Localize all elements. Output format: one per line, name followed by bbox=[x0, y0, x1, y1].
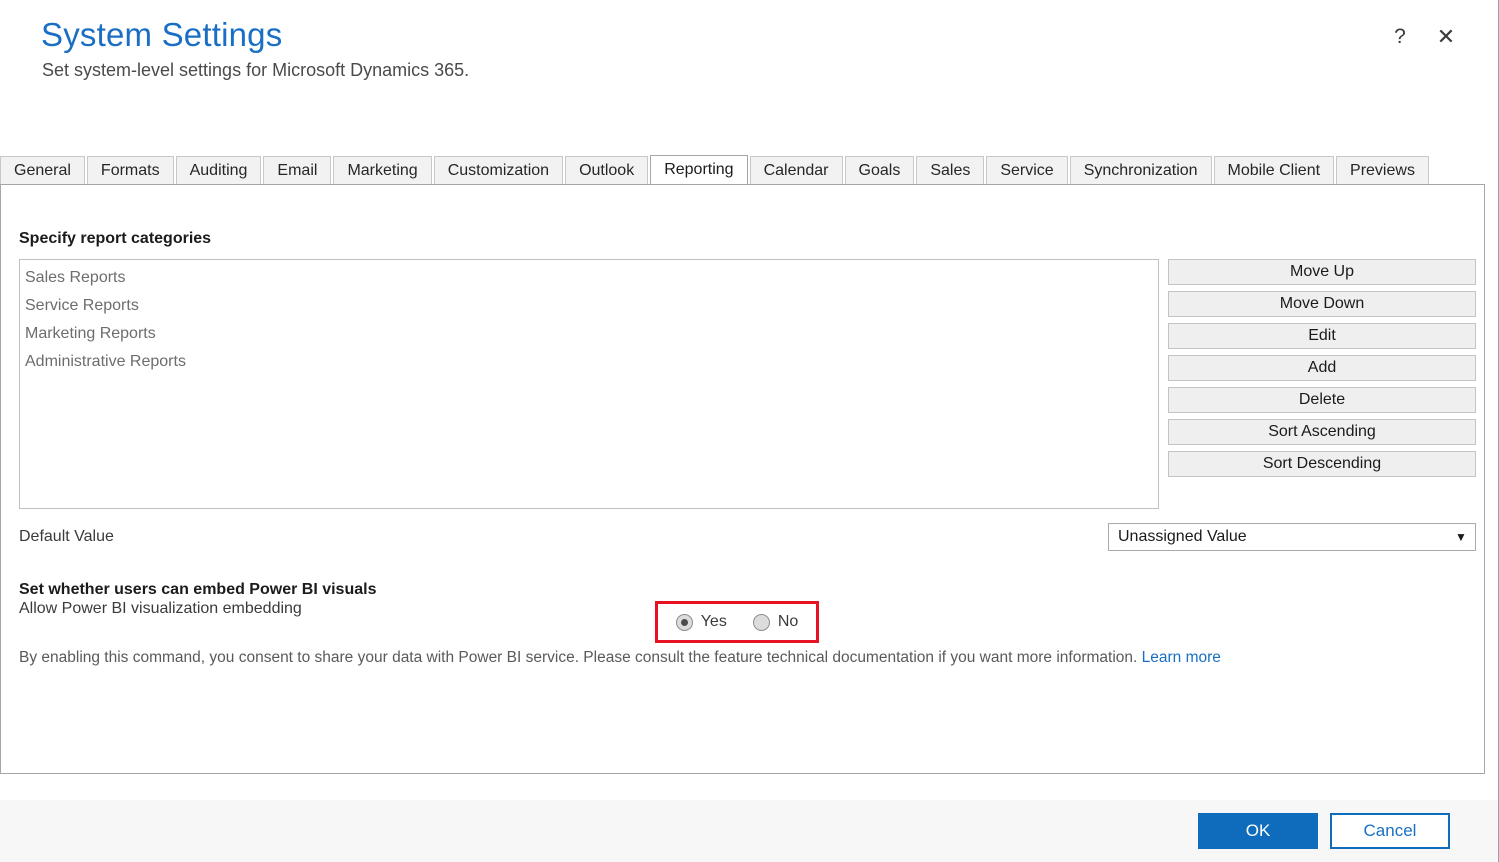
tab-goals[interactable]: Goals bbox=[844, 156, 915, 184]
list-item[interactable]: Sales Reports bbox=[20, 264, 1158, 292]
tab-customization[interactable]: Customization bbox=[433, 156, 564, 184]
close-icon[interactable]: ✕ bbox=[1433, 24, 1459, 50]
tab-calendar[interactable]: Calendar bbox=[749, 156, 843, 184]
radio-option-no[interactable]: No bbox=[752, 613, 799, 631]
edit-button[interactable]: Edit bbox=[1168, 323, 1476, 349]
help-icon[interactable]: ? bbox=[1387, 24, 1413, 50]
power-bi-consent-text: By enabling this command, you consent to… bbox=[19, 649, 1221, 667]
move-down-button[interactable]: Move Down bbox=[1168, 291, 1476, 317]
ok-button[interactable]: OK bbox=[1198, 813, 1318, 849]
default-value-selected: Unassigned Value bbox=[1118, 528, 1247, 545]
tab-synchronization[interactable]: Synchronization bbox=[1069, 156, 1212, 184]
cancel-button[interactable]: Cancel bbox=[1330, 813, 1450, 849]
report-categories-heading: Specify report categories bbox=[19, 230, 212, 247]
sort-descending-button[interactable]: Sort Descending bbox=[1168, 451, 1476, 477]
sort-ascending-button[interactable]: Sort Ascending bbox=[1168, 419, 1476, 445]
tab-outlook[interactable]: Outlook bbox=[565, 156, 649, 184]
learn-more-link[interactable]: Learn more bbox=[1142, 649, 1221, 666]
consent-sentence: By enabling this command, you consent to… bbox=[19, 649, 1142, 666]
power-bi-embedding-label: Allow Power BI visualization embedding bbox=[19, 600, 302, 617]
radio-button-icon[interactable] bbox=[675, 613, 693, 631]
system-settings-dialog: System Settings Set system-level setting… bbox=[0, 0, 1499, 862]
report-categories-listbox[interactable]: Sales Reports Service Reports Marketing Re… bbox=[19, 259, 1159, 509]
tab-general[interactable]: General bbox=[0, 156, 85, 184]
tab-email[interactable]: Email bbox=[263, 156, 332, 184]
list-item[interactable]: Service Reports bbox=[20, 292, 1158, 320]
dialog-header: System Settings Set system-level setting… bbox=[0, 0, 1499, 140]
add-button[interactable]: Add bbox=[1168, 355, 1476, 381]
delete-button[interactable]: Delete bbox=[1168, 387, 1476, 413]
radio-option-label: No bbox=[777, 613, 799, 630]
reporting-tab-panel: Specify report categories Sales Reports S… bbox=[0, 184, 1485, 774]
tab-sales[interactable]: Sales bbox=[916, 156, 985, 184]
tab-marketing[interactable]: Marketing bbox=[333, 156, 432, 184]
move-up-button[interactable]: Move Up bbox=[1168, 259, 1476, 285]
tab-formats[interactable]: Formats bbox=[86, 156, 174, 184]
chevron-down-icon: ▼ bbox=[1455, 530, 1467, 544]
dialog-footer: OK Cancel bbox=[0, 800, 1498, 862]
power-bi-heading: Set whether users can embed Power BI vis… bbox=[19, 581, 377, 598]
page-title: System Settings bbox=[41, 16, 283, 53]
tab-auditing[interactable]: Auditing bbox=[175, 156, 262, 184]
settings-tabs: General Formats Auditing Email Marketing Cust… bbox=[0, 155, 1499, 184]
radio-option-label: Yes bbox=[700, 613, 727, 630]
power-bi-embedding-radio-group: Yes No bbox=[655, 601, 819, 643]
default-value-dropdown[interactable]: Unassigned Value ▼ bbox=[1108, 523, 1476, 551]
window-actions: ? ✕ bbox=[1387, 24, 1459, 50]
list-item[interactable]: Marketing Reports bbox=[20, 320, 1158, 348]
page-subtitle: Set system-level settings for Microsoft … bbox=[42, 60, 470, 80]
default-value-label: Default Value bbox=[19, 528, 114, 545]
list-item[interactable]: Administrative Reports bbox=[20, 348, 1158, 376]
tab-mobile-client[interactable]: Mobile Client bbox=[1213, 156, 1335, 184]
tab-previews[interactable]: Previews bbox=[1336, 156, 1429, 184]
tab-reporting[interactable]: Reporting bbox=[650, 155, 748, 184]
radio-option-yes[interactable]: Yes bbox=[675, 613, 727, 631]
radio-button-icon[interactable] bbox=[752, 613, 770, 631]
tab-service[interactable]: Service bbox=[986, 156, 1068, 184]
report-categories-actions: Move Up Move Down Edit Add Delete Sort Ascend… bbox=[1168, 259, 1476, 477]
